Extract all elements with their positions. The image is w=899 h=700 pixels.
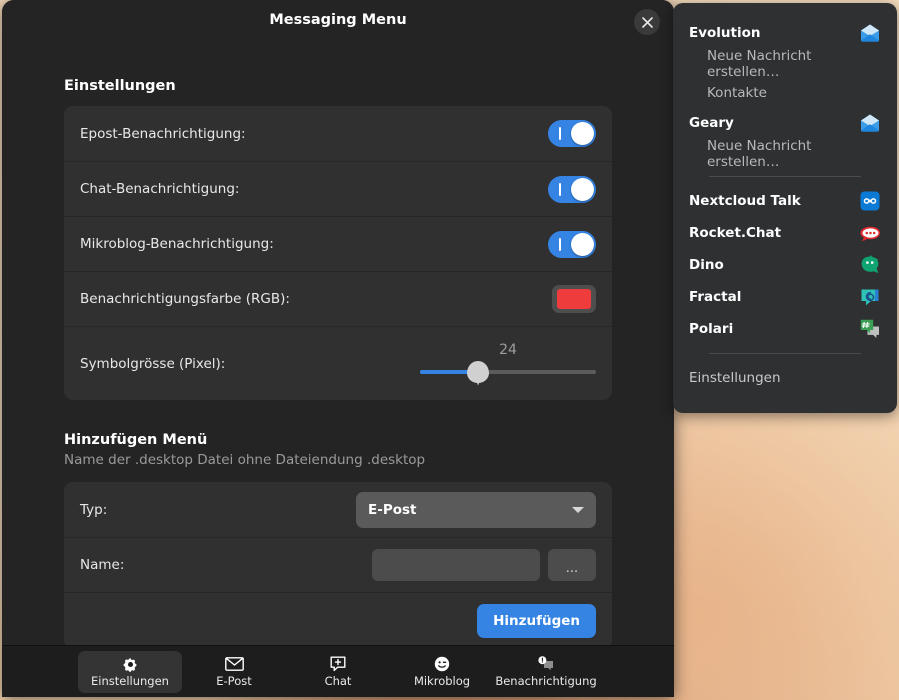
toggle-knob bbox=[571, 232, 594, 256]
close-button[interactable] bbox=[634, 9, 660, 35]
popup-item-evolution-contacts[interactable]: Kontakte bbox=[673, 78, 897, 107]
row-label: Epost-Benachrichtigung: bbox=[80, 125, 246, 142]
row-notification-color: Benachrichtigungsfarbe (RGB): bbox=[64, 271, 612, 326]
name-input[interactable] bbox=[372, 549, 540, 581]
tab-label: Chat bbox=[324, 673, 352, 688]
row-mikroblog-notification: Mikroblog-Benachrichtigung: bbox=[64, 216, 612, 271]
row-chat-notification: Chat-Benachrichtigung: bbox=[64, 161, 612, 216]
popup-item-dino[interactable]: Dino bbox=[673, 249, 897, 281]
popup-item-einstellungen[interactable]: Einstellungen bbox=[673, 362, 897, 394]
chevron-down-icon bbox=[572, 506, 584, 513]
popup-item-label: Nextcloud Talk bbox=[689, 193, 801, 209]
tab-epost[interactable]: E-Post bbox=[182, 651, 286, 693]
icon-size-slider[interactable]: 24 bbox=[420, 342, 596, 386]
row-name: Name: ... bbox=[64, 537, 612, 592]
notification-bubble-icon bbox=[537, 656, 555, 673]
tab-einstellungen[interactable]: Einstellungen bbox=[78, 650, 182, 693]
fractal-icon bbox=[859, 286, 881, 308]
row-label: Mikroblog-Benachrichtigung: bbox=[80, 236, 274, 252]
toggle-on-mark bbox=[559, 127, 561, 140]
popup-item-label: Evolution bbox=[689, 25, 761, 41]
row-label: Symbolgrösse (Pixel): bbox=[80, 355, 226, 372]
popup-item-evolution[interactable]: Evolution bbox=[673, 17, 897, 49]
type-dropdown[interactable]: E-Post bbox=[356, 491, 596, 528]
row-label: Chat-Benachrichtigung: bbox=[80, 181, 240, 197]
messaging-popup-menu: Evolution Neue Nachricht erstellen… Kont… bbox=[673, 3, 897, 413]
popup-item-label: Dino bbox=[689, 257, 724, 273]
smiley-wink-icon bbox=[434, 656, 450, 673]
dino-icon bbox=[859, 254, 881, 276]
row-icon-size: Symbolgrösse (Pixel): 24 bbox=[64, 326, 612, 400]
popup-item-rocketchat[interactable]: Rocket.Chat bbox=[673, 217, 897, 249]
toggle-on-mark bbox=[559, 182, 561, 196]
dialog-title: Messaging Menu bbox=[269, 12, 407, 28]
messaging-menu-dialog: Messaging Menu Einstellungen Epost-Benac… bbox=[2, 0, 674, 697]
popup-item-label: Rocket.Chat bbox=[689, 225, 782, 241]
popup-item-label: Neue Nachricht erstellen… bbox=[707, 47, 812, 80]
popup-item-label: Geary bbox=[689, 115, 734, 131]
envelope-icon bbox=[224, 656, 244, 673]
gear-icon bbox=[123, 656, 138, 673]
toggle-on-mark bbox=[559, 237, 561, 251]
type-dropdown-value: E-Post bbox=[368, 501, 417, 518]
bottom-tabbar: Einstellungen E-Post Chat Mikroblog Bena… bbox=[2, 645, 674, 697]
chat-notification-toggle[interactable] bbox=[548, 175, 596, 203]
popup-item-polari[interactable]: Polari bbox=[673, 313, 897, 345]
row-label: Typ: bbox=[80, 501, 108, 518]
add-menu-group: Typ: E-Post Name: ... Hinzufügen bbox=[64, 482, 612, 645]
settings-group: Epost-Benachrichtigung: Chat-Benachricht… bbox=[64, 106, 612, 400]
browse-button[interactable]: ... bbox=[548, 549, 596, 581]
popup-item-label: Einstellungen bbox=[689, 370, 781, 386]
tab-label: E-Post bbox=[216, 673, 252, 688]
popup-item-label: Kontakte bbox=[707, 84, 767, 101]
popup-separator bbox=[709, 176, 861, 177]
mail-envelope-icon bbox=[859, 22, 881, 44]
mikroblog-notification-toggle[interactable] bbox=[548, 230, 596, 258]
notification-color-button[interactable] bbox=[552, 285, 596, 313]
close-icon bbox=[641, 16, 653, 28]
popup-item-nextcloud-talk[interactable]: Nextcloud Talk bbox=[673, 185, 897, 217]
tab-label: Benachrichtigung bbox=[495, 673, 597, 688]
dialog-content: Einstellungen Epost-Benachrichtigung: Ch… bbox=[2, 46, 674, 645]
popup-item-label: Fractal bbox=[689, 289, 742, 305]
row-add-action: Hinzufügen bbox=[64, 592, 612, 645]
popup-separator bbox=[709, 353, 861, 354]
tab-chat[interactable]: Chat bbox=[286, 651, 390, 693]
rocketchat-icon bbox=[859, 222, 881, 244]
tab-label: Einstellungen bbox=[91, 673, 169, 688]
dialog-titlebar: Messaging Menu bbox=[2, 0, 674, 46]
row-label: Name: bbox=[80, 557, 125, 573]
color-swatch bbox=[557, 289, 591, 309]
add-menu-heading: Hinzufügen Menü bbox=[64, 432, 208, 448]
popup-item-evolution-new-message[interactable]: Neue Nachricht erstellen… bbox=[673, 47, 897, 80]
popup-item-fractal[interactable]: Fractal bbox=[673, 281, 897, 313]
popup-item-label: Polari bbox=[689, 321, 734, 337]
settings-heading: Einstellungen bbox=[64, 78, 176, 94]
add-menu-subtitle: Name der .desktop Datei ohne Dateiendung… bbox=[64, 452, 426, 468]
nextcloud-talk-icon bbox=[859, 190, 881, 212]
chat-plus-icon bbox=[330, 656, 346, 673]
polari-icon bbox=[859, 318, 881, 340]
add-button[interactable]: Hinzufügen bbox=[477, 604, 596, 638]
mail-envelope-icon bbox=[859, 112, 881, 134]
toggle-knob bbox=[571, 122, 594, 145]
tab-mikroblog[interactable]: Mikroblog bbox=[390, 651, 494, 693]
row-epost-notification: Epost-Benachrichtigung: bbox=[64, 106, 612, 161]
epost-notification-toggle[interactable] bbox=[548, 120, 596, 147]
tab-label: Mikroblog bbox=[413, 673, 471, 688]
popup-item-label: Neue Nachricht erstellen… bbox=[707, 137, 812, 170]
popup-item-geary[interactable]: Geary bbox=[673, 107, 897, 139]
popup-item-geary-new-message[interactable]: Neue Nachricht erstellen… bbox=[673, 137, 897, 170]
tab-benachrichtigung[interactable]: Benachrichtigung bbox=[494, 651, 598, 693]
slider-handle[interactable] bbox=[467, 360, 490, 383]
row-type: Typ: E-Post bbox=[64, 482, 612, 537]
slider-value-label: 24 bbox=[499, 341, 517, 358]
toggle-knob bbox=[571, 177, 594, 201]
row-label: Benachrichtigungsfarbe (RGB): bbox=[80, 291, 290, 307]
